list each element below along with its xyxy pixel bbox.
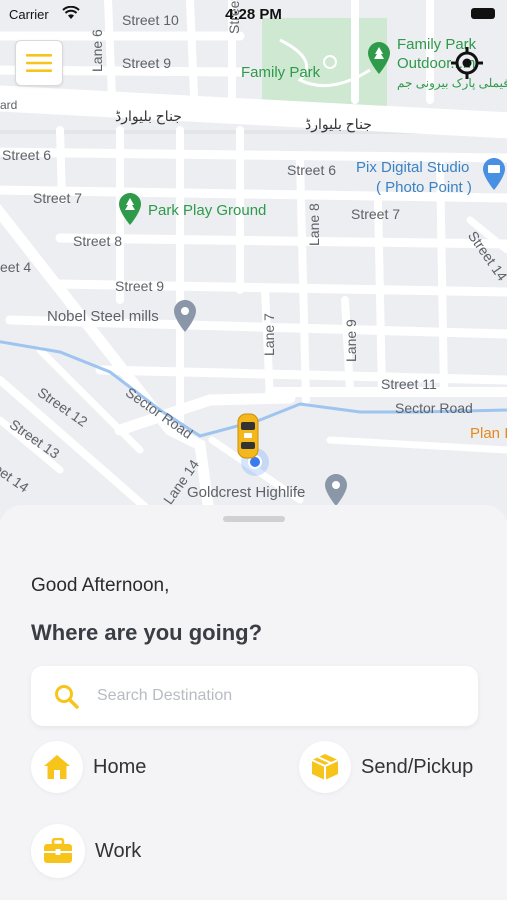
street-label: Lane 6 bbox=[89, 29, 105, 72]
street-label: Street 7 bbox=[351, 206, 401, 222]
shortcut-work-label: Work bbox=[95, 839, 142, 862]
shortcut-send-pickup-label: Send/Pickup bbox=[361, 755, 474, 778]
clock: 4:28 PM bbox=[225, 6, 282, 23]
menu-button[interactable] bbox=[15, 40, 63, 86]
steel-mills-pin-icon[interactable] bbox=[174, 300, 196, 337]
briefcase-icon-circle bbox=[31, 824, 85, 878]
street-label: Lane 7 bbox=[261, 313, 277, 356]
playground-pin-icon[interactable] bbox=[119, 193, 141, 230]
street-label: eet 4 bbox=[0, 259, 32, 275]
poi-label: Goldcrest Highlife bbox=[187, 484, 306, 501]
status-bar: Carrier 4:28 PM bbox=[0, 0, 507, 28]
briefcase-icon bbox=[44, 838, 72, 863]
street-label: Sector Road bbox=[395, 400, 473, 416]
street-label: Street 6 bbox=[287, 162, 337, 178]
shortcut-work[interactable]: Work bbox=[31, 824, 141, 878]
crosshair-icon bbox=[451, 47, 483, 79]
poi-label: Nobel Steel mills bbox=[47, 308, 159, 325]
package-icon-circle bbox=[299, 741, 351, 793]
hamburger-icon bbox=[26, 54, 52, 72]
package-icon bbox=[311, 754, 339, 780]
street-label: Street 9 bbox=[115, 278, 165, 294]
destination-heading: Where are you going? bbox=[31, 620, 263, 645]
search-icon bbox=[53, 683, 81, 716]
shortcut-home-label: Home bbox=[93, 755, 147, 778]
sheet-drag-handle[interactable] bbox=[223, 516, 285, 522]
studio-pin-icon[interactable] bbox=[483, 158, 505, 195]
poi-label: Park Play Ground bbox=[148, 202, 267, 219]
street-label: Lane 8 bbox=[306, 203, 322, 246]
poi-label: Family Park bbox=[241, 64, 321, 81]
recenter-button[interactable] bbox=[448, 44, 486, 82]
park-pin-icon[interactable] bbox=[368, 42, 390, 79]
street-label: Lane 9 bbox=[343, 319, 359, 362]
street-label: Street 7 bbox=[33, 190, 83, 206]
taxi-icon bbox=[236, 412, 260, 465]
poi-label: ( Photo Point ) bbox=[376, 179, 472, 196]
bottom-sheet: Good Afternoon, Where are you going? Hom… bbox=[0, 505, 507, 900]
shortcut-home[interactable]: Home bbox=[31, 741, 146, 793]
street-label: جناح بلیوارڈ bbox=[115, 108, 182, 124]
street-label: Street 11 bbox=[381, 376, 437, 392]
street-label: جناح بلیوارڈ bbox=[305, 116, 372, 132]
greeting-text: Good Afternoon, bbox=[31, 575, 170, 596]
street-label: ard bbox=[0, 98, 18, 112]
search-input[interactable] bbox=[97, 676, 457, 716]
battery-icon bbox=[471, 8, 495, 19]
shortcut-send-pickup[interactable]: Send/Pickup bbox=[299, 741, 473, 793]
street-label: Street 6 bbox=[2, 147, 52, 163]
search-destination-box[interactable] bbox=[31, 666, 478, 726]
street-label: Street 8 bbox=[73, 233, 123, 249]
street-label: Street 9 bbox=[122, 55, 172, 71]
poi-label: Plan I bbox=[470, 425, 507, 442]
poi-label: Pix Digital Studio bbox=[356, 159, 470, 176]
home-icon-circle bbox=[31, 741, 83, 793]
home-icon bbox=[44, 755, 70, 779]
map-view[interactable]: Street 10 Street 9 Lane 6 Street 8 ard ج… bbox=[0, 0, 507, 520]
